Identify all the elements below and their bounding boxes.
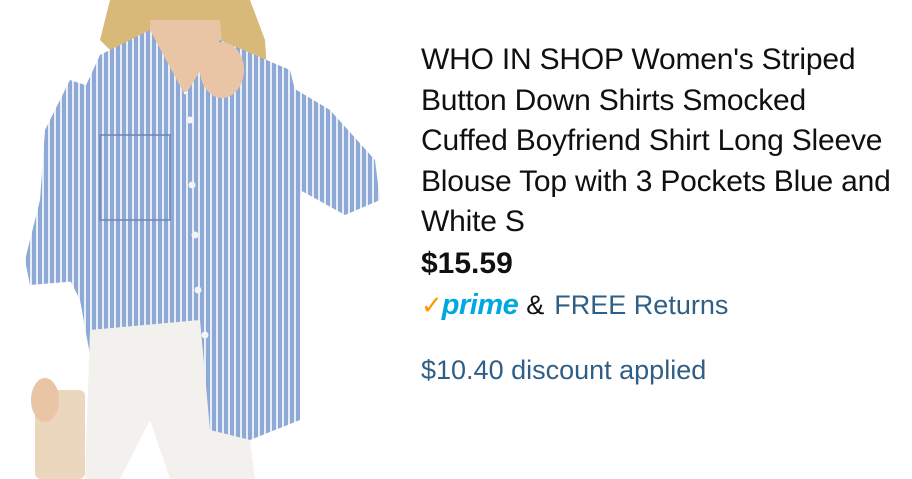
product-title[interactable]: WHO IN SHOP Women's Striped Button Down …	[421, 40, 891, 243]
prime-check-icon: ✓	[421, 290, 443, 320]
product-image[interactable]	[0, 0, 400, 479]
product-photo	[25, 0, 380, 479]
prime-logo: ✓ prime	[421, 289, 519, 322]
discount-applied: $10.40 discount applied	[421, 354, 707, 385]
product-info: WHO IN SHOP Women's Striped Button Down …	[421, 40, 891, 386]
prime-wordmark: prime	[441, 289, 519, 321]
free-returns-link[interactable]: FREE Returns	[554, 290, 728, 321]
shipping-row: ✓ prime & FREE Returns	[421, 287, 891, 325]
product-price: $15.59	[421, 246, 513, 280]
ampersand: &	[526, 290, 545, 320]
